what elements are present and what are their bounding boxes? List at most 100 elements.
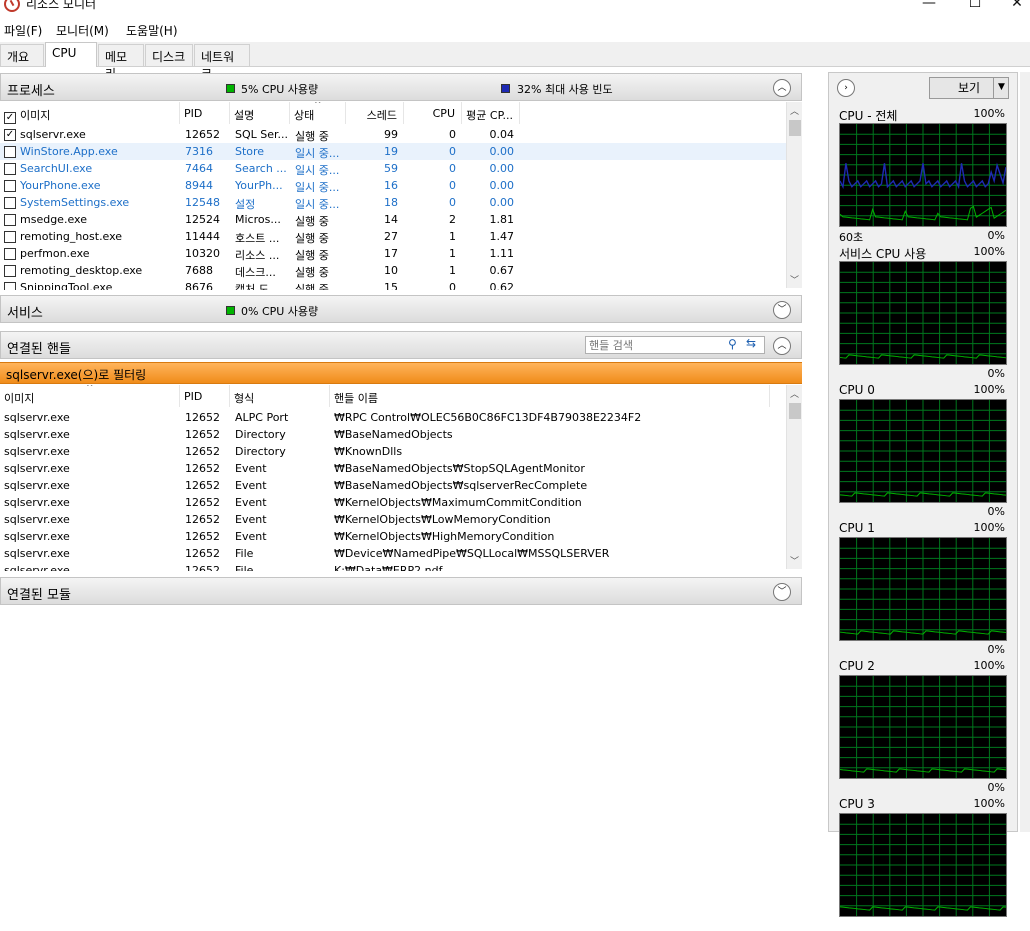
handle-search-input[interactable]: ⚲ ⇆ (585, 336, 765, 354)
column-image[interactable]: ✓ 이미지 (0, 102, 180, 124)
close-button[interactable]: ✕ (994, 0, 1030, 14)
column-cpu[interactable]: CPU (404, 102, 462, 124)
services-header[interactable]: 서비스 0% CPU 사용량 ﹀ (0, 295, 802, 323)
scroll-down-icon[interactable]: ﹀ (790, 273, 799, 286)
tab-overview[interactable]: 개요 (0, 44, 44, 66)
process-checkbox[interactable] (4, 265, 16, 277)
process-pid: 12548 (185, 196, 220, 209)
handle-image: sqlservr.exe (4, 530, 70, 543)
collapse-graphs-button[interactable]: › (837, 79, 855, 97)
process-row[interactable]: msedge.exe 12524 Micros... 실행 중 14 2 1.8… (0, 211, 786, 228)
window-title: 리소스 모니터 (26, 0, 97, 11)
cpu-graph (839, 123, 1007, 227)
scroll-thumb[interactable] (789, 120, 801, 136)
scroll-up-icon[interactable]: ︿ (790, 104, 799, 117)
handle-row[interactable]: sqlservr.exe 12652 Directory ₩KnownDlls (0, 443, 786, 460)
handle-row[interactable]: sqlservr.exe 12652 Event ₩BaseNamedObjec… (0, 460, 786, 477)
scroll-thumb[interactable] (789, 403, 801, 419)
handle-search-field[interactable] (586, 337, 722, 353)
process-row[interactable]: SearchUI.exe 7464 Search ... 일시 중... 59 … (0, 160, 786, 177)
process-checkbox[interactable] (4, 282, 16, 290)
scroll-down-icon[interactable]: ﹀ (790, 554, 799, 567)
select-all-checkbox[interactable]: ✓ (4, 112, 16, 124)
handle-row[interactable]: sqlservr.exe 12652 Event ₩KernelObjects₩… (0, 494, 786, 511)
menu-file[interactable]: 파일(F) (4, 22, 42, 39)
process-checkbox[interactable] (4, 197, 16, 209)
handle-row[interactable]: sqlservr.exe 12652 File K:₩Data₩ERP2.ndf (0, 562, 786, 571)
graph-title: 서비스 CPU 사용 (839, 247, 927, 261)
tab-disk[interactable]: 디스크 (145, 44, 193, 66)
process-row[interactable]: perfmon.exe 10320 리소스 ... 실행 중 17 1 1.11 (0, 245, 786, 262)
process-checkbox[interactable]: ✓ (4, 129, 16, 141)
search-icon[interactable]: ⚲ (728, 337, 737, 351)
handles-header[interactable]: 연결된 핸들 ⚲ ⇆ ︿ (0, 331, 802, 359)
graph-max: 100% (973, 107, 1005, 120)
tab-network[interactable]: 네트워크 (194, 44, 250, 81)
handle-row[interactable]: sqlservr.exe 12652 ALPC Port ₩RPC Contro… (0, 409, 786, 426)
process-row[interactable]: SnippingTool.exe 8676 캡처 도... 실행 중 15 0 … (0, 279, 786, 290)
process-checkbox[interactable] (4, 248, 16, 260)
handle-row[interactable]: sqlservr.exe 12652 Directory ₩BaseNamedO… (0, 426, 786, 443)
process-checkbox[interactable] (4, 231, 16, 243)
process-row[interactable]: SystemSettings.exe 12548 설정 일시 중... 18 0… (0, 194, 786, 211)
processes-header[interactable]: 프로세스 5% CPU 사용량 32% 최대 사용 빈도 ︿ (0, 73, 802, 101)
graphs-panel: › 보기 ▼ CPU - 전체 100% 60초 0% 서비스 CPU 사용 1… (828, 72, 1018, 917)
graphs-scrollbar[interactable] (1020, 72, 1030, 832)
handle-row[interactable]: sqlservr.exe 12652 Event ₩BaseNamedObjec… (0, 477, 786, 494)
column-handle-type[interactable]: 형식 (230, 385, 330, 407)
process-checkbox[interactable] (4, 146, 16, 158)
column-pid[interactable]: PID (180, 102, 230, 124)
handle-row[interactable]: sqlservr.exe 12652 Event ₩KernelObjects₩… (0, 528, 786, 545)
handle-row[interactable]: sqlservr.exe 12652 Event ₩KernelObjects₩… (0, 511, 786, 528)
column-handle-pid[interactable]: PID (180, 385, 230, 407)
process-row[interactable]: WinStore.App.exe 7316 Store 일시 중... 19 0… (0, 143, 786, 160)
minimize-button[interactable]: — (906, 0, 952, 14)
tab-cpu[interactable]: CPU (45, 42, 97, 67)
column-threads[interactable]: 스레드 (346, 102, 404, 124)
process-checkbox[interactable] (4, 180, 16, 192)
graph-min: 0% (987, 229, 1005, 242)
handle-pid: 12652 (185, 513, 220, 526)
handle-type: Event (235, 530, 267, 543)
handle-image: sqlservr.exe (4, 513, 70, 526)
maximize-button[interactable]: ☐ (952, 0, 998, 14)
collapse-handles-button[interactable]: ︿ (773, 337, 791, 355)
process-row[interactable]: ✓ sqlservr.exe 12652 SQL Ser... 실행 중 99 … (0, 126, 786, 143)
processes-table: ✓ 이미지 PID 설명 상태 스레드 CPU 평균 CP... ^ ✓ sqls… (0, 102, 802, 290)
process-image: msedge.exe (20, 213, 87, 226)
expand-modules-button[interactable]: ﹀ (773, 583, 791, 601)
column-description[interactable]: 설명 (230, 102, 290, 124)
collapse-processes-button[interactable]: ︿ (773, 79, 791, 97)
scroll-up-icon[interactable]: ︿ (790, 387, 799, 400)
process-avg-cpu: 0.62 (489, 281, 515, 290)
process-cpu: 1 (449, 230, 456, 243)
menu-monitor[interactable]: 모니터(M) (56, 22, 109, 39)
process-row[interactable]: remoting_host.exe 11444 호스트 ... 실행 중 27 … (0, 228, 786, 245)
menu-help[interactable]: 도움말(H) (126, 22, 178, 39)
modules-header[interactable]: 연결된 모듈 ﹀ (0, 577, 802, 605)
handle-row[interactable]: sqlservr.exe 12652 File ₩Device₩NamedPip… (0, 545, 786, 562)
column-handle-name[interactable]: 핸들 이름 (330, 385, 770, 407)
handle-image: sqlservr.exe (4, 428, 70, 441)
handles-scrollbar[interactable]: ︿ ﹀ (786, 385, 802, 569)
graph-min: 0% (987, 781, 1005, 794)
handle-name: ₩BaseNamedObjects₩StopSQLAgentMonitor (334, 462, 585, 475)
tab-memory[interactable]: 메모리 (98, 44, 144, 81)
handle-type: File (235, 547, 254, 560)
process-checkbox[interactable] (4, 163, 16, 175)
column-avg-cpu[interactable]: 평균 CP... (462, 102, 520, 124)
view-dropdown-icon[interactable]: ▼ (993, 77, 1009, 99)
process-row[interactable]: YourPhone.exe 8944 YourPh... 일시 중... 16 … (0, 177, 786, 194)
filter-bar: sqlservr.exe(으)로 필터링 (0, 362, 802, 384)
refresh-search-icon[interactable]: ⇆ (746, 336, 756, 350)
process-status: 실행 중 (295, 130, 329, 143)
handle-type: File (235, 564, 254, 571)
process-threads: 18 (384, 196, 398, 209)
processes-scrollbar[interactable]: ︿ ﹀ (786, 102, 802, 288)
expand-services-button[interactable]: ﹀ (773, 301, 791, 319)
process-checkbox[interactable] (4, 214, 16, 226)
process-pid: 7464 (185, 162, 213, 175)
process-description: 데스크... (235, 266, 276, 279)
process-avg-cpu: 0.00 (489, 179, 515, 192)
process-row[interactable]: remoting_desktop.exe 7688 데스크... 실행 중 10… (0, 262, 786, 279)
